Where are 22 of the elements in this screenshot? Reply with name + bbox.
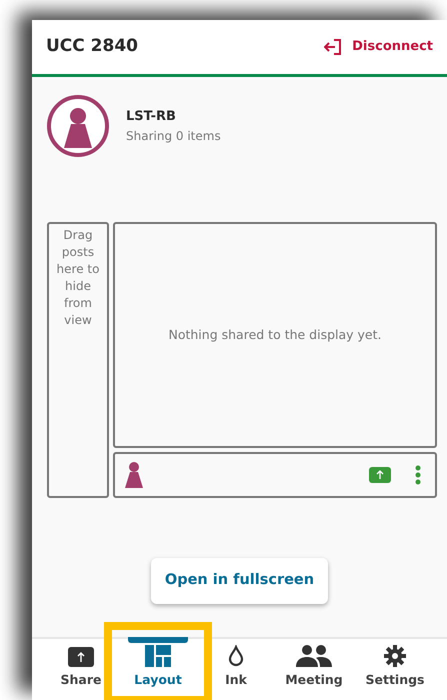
layout-icon xyxy=(145,645,171,668)
empty-message: Nothing shared to the display yet. xyxy=(168,326,382,344)
fullscreen-button[interactable]: Open in fullscreen xyxy=(150,558,328,604)
more-icon[interactable] xyxy=(415,465,421,485)
active-indicator xyxy=(128,637,188,643)
nav-tab[interactable]: Share xyxy=(50,639,112,700)
people-icon xyxy=(296,645,332,668)
settings-icon xyxy=(384,645,406,668)
disconnect-button[interactable]: Disconnect xyxy=(324,37,433,57)
upload-icon[interactable] xyxy=(369,467,391,483)
sharing-status: Sharing 0 items xyxy=(126,128,221,145)
nav-tab[interactable]: Settings xyxy=(360,639,430,700)
drop-icon xyxy=(228,645,244,668)
device-title: UCC 2840 xyxy=(46,35,138,58)
nav-tab[interactable]: Layout xyxy=(112,639,204,700)
avatar-icon xyxy=(46,94,110,158)
nav-tab[interactable]: Ink xyxy=(204,639,268,700)
user-name: LST-RB xyxy=(126,108,177,126)
person-icon xyxy=(125,461,143,489)
upload-icon xyxy=(68,647,94,668)
hidden-posts-zone: Drag posts here to hide from view xyxy=(47,222,109,498)
nav-tab[interactable]: Meeting xyxy=(268,639,360,700)
